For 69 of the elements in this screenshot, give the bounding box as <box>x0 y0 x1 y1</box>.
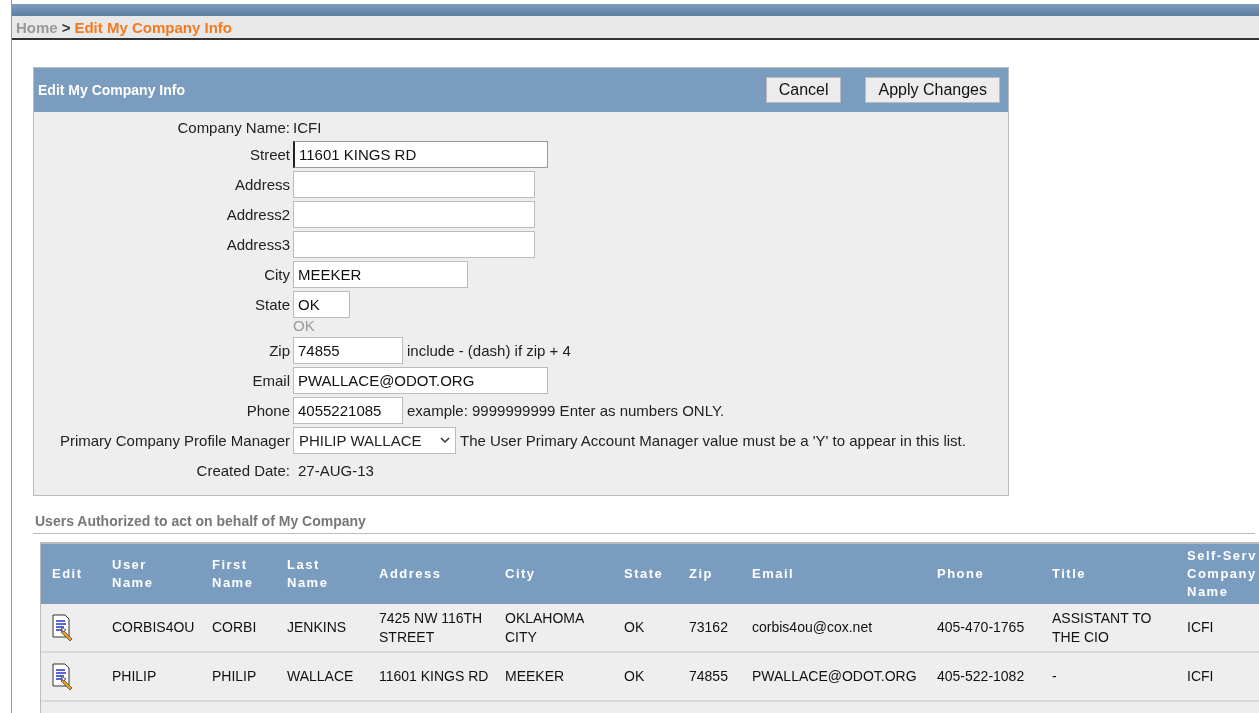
breadcrumb-current: Edit My Company Info <box>74 18 232 36</box>
field-label: Address <box>233 175 291 195</box>
table-cell-text: OK <box>623 618 646 637</box>
text-field[interactable]: 4055221085 <box>293 397 403 424</box>
table-cell-text: MEEKER <box>504 667 566 686</box>
field-label: Street <box>248 145 291 165</box>
field-hint: OK <box>293 318 316 334</box>
text-field[interactable]: 11601 KINGS RD <box>293 141 548 168</box>
column-header: First Name <box>211 556 255 592</box>
table-cell-text: 405-470-1765 <box>936 618 1026 637</box>
field-value: 27-AUG-13 <box>298 461 374 481</box>
chevron-down-icon <box>440 437 450 444</box>
table-cell-text: JENKINS <box>286 618 348 637</box>
table-cell-text: 74855 <box>688 667 729 686</box>
column-header: Zip <box>688 565 714 583</box>
field-note: example: 9999999999 Enter as numbers ONLY. <box>407 402 725 419</box>
action-button[interactable]: Cancel <box>765 77 842 103</box>
column-header: User Name <box>111 556 155 592</box>
table-cell-text: CORBIS4OU <box>111 618 196 637</box>
table-cell-text: 73162 <box>688 618 729 637</box>
field-label: State <box>253 295 291 315</box>
table-cell-text: 405-522-1082 <box>936 667 1026 686</box>
text-field[interactable] <box>293 201 535 228</box>
table-cell-text: PHILIP <box>211 667 258 686</box>
field-label: Zip <box>268 341 291 361</box>
table-cell-text: PWALLACE@ODOT.ORG <box>751 667 918 686</box>
table-cell-text: 7425 NW 116TH STREET <box>378 608 484 647</box>
column-header: City <box>504 565 537 583</box>
column-header: Last Name <box>286 556 330 592</box>
column-header: Edit <box>51 565 84 583</box>
field-label: Phone <box>245 401 291 421</box>
field-label: Address3 <box>225 235 291 255</box>
field-note: include - (dash) if zip + 4 <box>407 342 571 359</box>
field-label: Created Date: <box>195 461 291 481</box>
field-value: ICFI <box>293 118 322 138</box>
field-label: City <box>263 265 291 285</box>
table-cell-text: ICFI <box>1186 618 1215 637</box>
text-field[interactable] <box>293 231 535 258</box>
table-cell-text: WALLACE <box>286 667 355 686</box>
column-header: Address <box>378 565 443 583</box>
text-field[interactable]: MEEKER <box>293 261 468 288</box>
table-cell-text: 11601 KINGS RD <box>378 667 490 686</box>
text-field[interactable] <box>293 171 535 198</box>
table-cell-text: CORBI <box>211 618 258 637</box>
text-field[interactable]: 74855 <box>293 337 403 364</box>
column-header: Email <box>751 565 796 583</box>
table-cell-text: OK <box>623 667 646 686</box>
column-header: Self-Serv Company Name <box>1186 547 1258 601</box>
table-cell-text: ICFI <box>1186 667 1215 686</box>
section-title: Users Authorized to act on behalf of My Company <box>33 513 1255 534</box>
text-field[interactable]: OK <box>293 291 350 318</box>
text-field[interactable]: PWALLACE@ODOT.ORG <box>293 367 548 394</box>
table-cell-text: ASSISTANT TO THE CIO <box>1051 608 1153 647</box>
column-header: Phone <box>936 565 986 583</box>
action-button[interactable]: Apply Changes <box>865 77 1000 103</box>
table-cell-text: OKLAHOMA CITY <box>504 608 585 647</box>
field-label: Email <box>251 371 291 391</box>
field-label: Address2 <box>225 205 291 225</box>
column-header: Title <box>1051 565 1087 583</box>
table-cell-text: PHILIP <box>111 667 158 686</box>
table-cell-text: corbis4ou@cox.net <box>751 618 874 637</box>
breadcrumb-separator: > <box>61 18 71 36</box>
column-header: State <box>623 565 665 583</box>
table-cell-text: - <box>1051 667 1058 686</box>
manager-dropdown[interactable]: PHILIP WALLACE <box>293 427 456 454</box>
field-note: The User Primary Account Manager value must be a 'Y' to appear in this list. <box>460 432 966 449</box>
field-label: Company Name: <box>176 118 291 138</box>
field-label: Primary Company Profile Manager <box>58 431 291 451</box>
panel-title: Edit My Company Info <box>38 82 185 98</box>
